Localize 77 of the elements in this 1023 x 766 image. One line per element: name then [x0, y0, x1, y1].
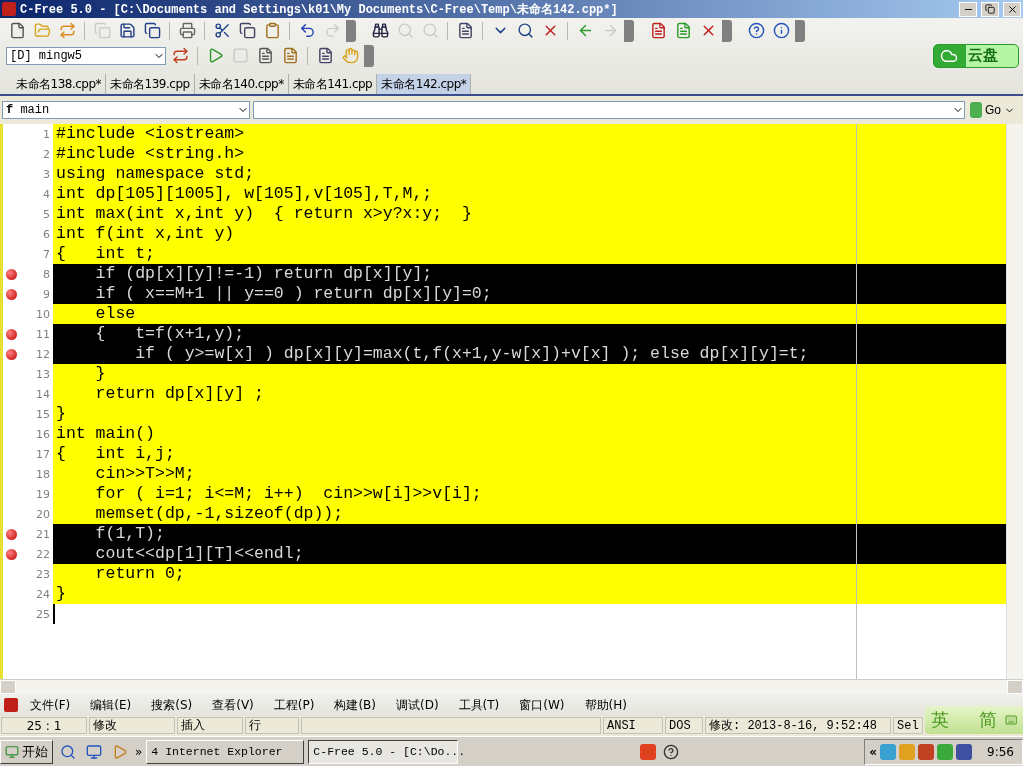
status-cell: 行 [245, 717, 299, 734]
status-cell: DOS [665, 717, 703, 734]
line-number: 5 [43, 207, 50, 221]
line-number: 18 [36, 467, 50, 481]
minimize-button[interactable] [959, 1, 977, 17]
menu-item[interactable]: 查看(V) [204, 696, 262, 714]
taskbar-window-button[interactable]: 4 Internet Explorer [146, 739, 305, 764]
menu-item[interactable]: 工程(P) [265, 696, 323, 714]
compiler-select[interactable]: [D] mingw5 [6, 46, 166, 65]
horizontal-scrollbar[interactable] [0, 679, 1023, 694]
menu-item[interactable]: 编辑(E) [82, 696, 140, 714]
toolbar-overflow-button[interactable] [722, 19, 732, 42]
file-tab[interactable]: 未命名140.cpp* [194, 74, 289, 94]
line-number: 15 [36, 407, 50, 421]
status-cell: 修改 [89, 717, 175, 734]
status-cell: 25 : 1 [1, 717, 87, 734]
function-select[interactable]: f main [2, 101, 250, 119]
breakpoint-icon[interactable] [6, 268, 17, 280]
line-number: 13 [36, 367, 50, 381]
status-cell: ANSI [603, 717, 663, 734]
line-number: 22 [36, 547, 50, 561]
line-number: 7 [43, 247, 50, 261]
menu-item[interactable]: 构建(B) [326, 696, 384, 714]
menu-item[interactable]: 调试(D) [388, 696, 447, 714]
tray-expand-button[interactable]: « [869, 744, 878, 759]
line-number: 24 [36, 587, 50, 601]
vertical-scrollbar[interactable] [1006, 124, 1023, 679]
menu-item[interactable]: 工具(T) [450, 696, 508, 714]
toolbar-overflow-button[interactable] [346, 19, 356, 42]
line-number: 9 [43, 287, 50, 301]
app-logo-icon [4, 698, 18, 712]
line-number: 11 [36, 327, 50, 341]
menu-item[interactable]: 搜索(S) [143, 696, 201, 714]
file-tab[interactable]: 未命名139.cpp [106, 74, 195, 94]
close-button[interactable] [1003, 1, 1021, 17]
symbol-select[interactable] [253, 101, 965, 119]
line-number: 8 [43, 267, 50, 281]
line-number: 17 [36, 447, 50, 461]
quick-launch-expand[interactable]: » [135, 744, 143, 759]
breakpoint-icon[interactable] [6, 288, 17, 300]
line-number: 2 [43, 147, 50, 161]
clock: 9:56 [987, 744, 1014, 759]
menu-item[interactable]: 帮助(H) [576, 696, 635, 714]
line-number: 14 [36, 387, 50, 401]
line-number: 1 [43, 127, 50, 141]
status-cell: Sel [893, 717, 923, 734]
line-number: 4 [43, 187, 50, 201]
toolbar-overflow-button[interactable] [795, 19, 805, 42]
line-number: 12 [36, 347, 50, 361]
breakpoint-icon[interactable] [6, 528, 17, 540]
status-cell: 修改: 2013-8-16, 9:52:48 [705, 717, 891, 734]
line-number: 16 [36, 427, 50, 441]
close-icon [1006, 3, 1018, 15]
file-tab[interactable]: 未命名138.cpp* [12, 74, 107, 94]
line-number: 6 [43, 227, 50, 241]
line-number: 10 [36, 307, 50, 321]
toolbar-overflow-button[interactable] [624, 19, 634, 42]
line-number: 25 [36, 607, 50, 621]
breakpoint-icon[interactable] [6, 348, 17, 360]
status-cell: 插入 [177, 717, 243, 734]
start-button[interactable]: 开始 [0, 739, 53, 764]
cloud-drive-button[interactable]: 云盘 [933, 43, 1019, 68]
restore-icon [985, 4, 995, 14]
breakpoint-icon[interactable] [6, 548, 17, 560]
window-title: C-Free 5.0 - [C:\Documents and Settings\k01\My Documents\C-Free\Temp\未命名142.cpp*] [20, 1, 619, 18]
line-number: 19 [36, 487, 50, 501]
line-number: 21 [36, 527, 50, 541]
line-number: 3 [43, 167, 50, 181]
restore-button[interactable] [981, 1, 999, 17]
menu-item[interactable]: 文件(F) [22, 696, 79, 714]
file-tab[interactable]: 未命名142.cpp* [377, 74, 472, 94]
go-button[interactable]: Go [968, 101, 1017, 119]
line-number: 23 [36, 567, 50, 581]
menu-item[interactable]: 窗口(W) [511, 696, 573, 714]
breakpoint-icon[interactable] [6, 328, 17, 340]
app-logo-icon [2, 2, 16, 16]
line-number: 20 [36, 507, 50, 521]
